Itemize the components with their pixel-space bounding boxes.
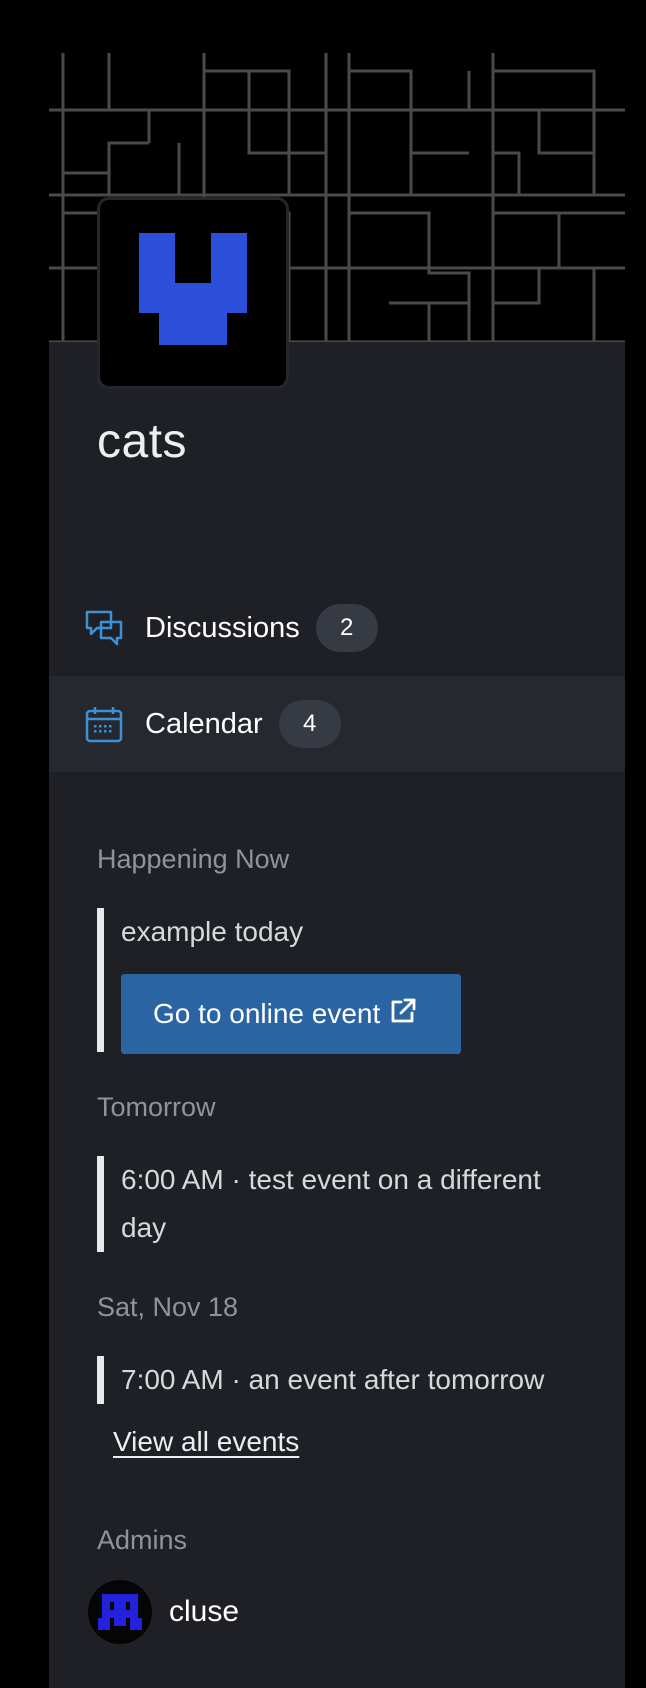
happening-now-heading: Happening Now	[97, 844, 290, 874]
group-avatar	[97, 197, 289, 389]
nav-discussions-label: Discussions	[145, 611, 300, 644]
admin-name: cluse	[169, 1595, 240, 1628]
avatar	[88, 1580, 152, 1644]
admin-item[interactable]: cluse	[88, 1580, 239, 1644]
calendar-icon	[83, 703, 125, 745]
external-link-icon	[388, 996, 418, 1033]
chat-bubbles-icon	[83, 607, 125, 649]
event-tomorrow: 6:00 AM · test event on a different day	[97, 1156, 587, 1252]
group-logo-icon	[139, 233, 247, 345]
discussions-count-badge: 2	[315, 604, 378, 652]
event-title[interactable]: 7:00 AM · an event after tomorrow	[121, 1356, 597, 1404]
nav-calendar[interactable]: Calendar 4	[49, 676, 625, 772]
view-all-events-link[interactable]: View all events	[113, 1426, 299, 1458]
nav-calendar-label: Calendar	[145, 707, 263, 740]
event-happening-now: example today Go to online event	[97, 908, 461, 1054]
tomorrow-heading: Tomorrow	[97, 1092, 216, 1122]
group-name: cats	[97, 415, 188, 468]
event-title[interactable]: example today	[121, 908, 461, 956]
event-sat-nov-18: 7:00 AM · an event after tomorrow	[97, 1356, 597, 1404]
go-to-online-event-label: Go to online event	[153, 998, 381, 1029]
calendar-count-badge: 4	[278, 700, 341, 748]
pixel-avatar-icon	[98, 1594, 142, 1630]
admins-heading: Admins	[97, 1525, 188, 1555]
event-title[interactable]: 6:00 AM · test event on a different day	[121, 1156, 587, 1252]
sat-nov-18-heading: Sat, Nov 18	[97, 1292, 239, 1322]
nav-discussions[interactable]: Discussions 2	[49, 580, 625, 676]
go-to-online-event-button[interactable]: Go to online event	[121, 974, 461, 1054]
